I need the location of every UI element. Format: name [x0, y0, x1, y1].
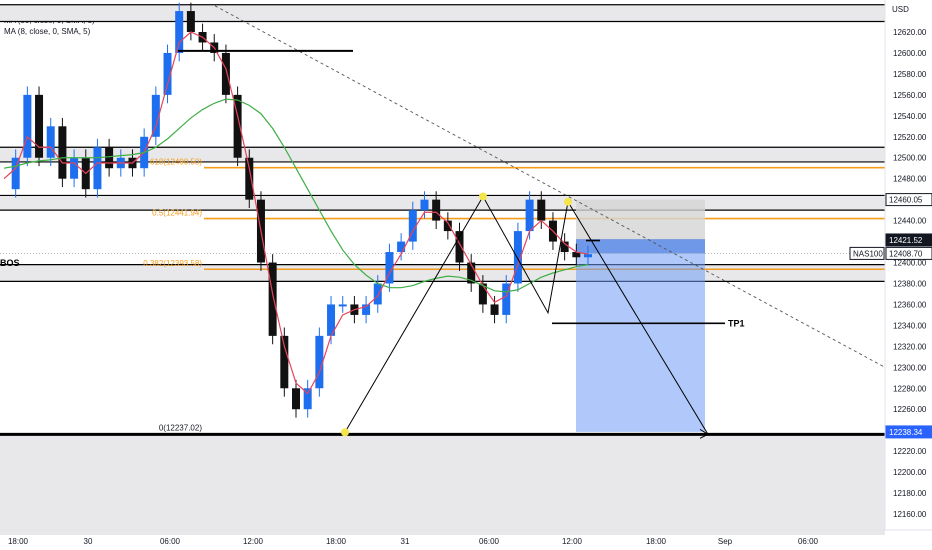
candle-body-29	[338, 304, 347, 307]
swing-marker-0	[341, 428, 349, 437]
price-tag-3: 12238.34	[889, 428, 923, 437]
candle-body-23	[268, 262, 277, 336]
bos-label: BOS	[0, 258, 20, 268]
y-tick-12560: 12560.00	[893, 91, 927, 100]
candle-body-37	[432, 199, 441, 221]
price-tag-1: 12421.52	[889, 236, 923, 245]
candle-body-19	[221, 52, 230, 95]
y-tick-12180: 12180.00	[893, 489, 927, 498]
fib-label-2: 0.382(12393.58)	[143, 259, 202, 268]
y-tick-12620: 12620.00	[893, 28, 927, 37]
y-tick-12200: 12200.00	[893, 468, 927, 477]
x-tick-8: 18:00	[646, 537, 667, 546]
price-tag-symbol-2: NAS100	[853, 249, 883, 258]
stop-loss-zone	[576, 199, 705, 240]
y-tick-12280: 12280.00	[893, 384, 927, 393]
y-tick-12520: 12520.00	[893, 133, 927, 142]
currency-label: USD	[892, 5, 909, 14]
fib-label-3: 0(12237.02)	[159, 423, 202, 432]
fib-label-1: 0.5(12441.94)	[152, 209, 202, 218]
x-tick-3: 12:00	[243, 537, 264, 546]
y-tick-12340: 12340.00	[893, 321, 927, 330]
x-tick-1: 30	[84, 537, 93, 546]
take-profit-zone	[576, 239, 705, 432]
y-tick-12480: 12480.00	[893, 175, 927, 184]
y-tick-12380: 12380.00	[893, 279, 927, 288]
candle-body-15	[175, 11, 184, 53]
y-tick-12260: 12260.00	[893, 405, 927, 414]
tp1-label: TP1	[728, 318, 745, 328]
candle-body-9	[105, 147, 114, 169]
y-tick-12160: 12160.00	[893, 510, 927, 519]
y-tick-12440: 12440.00	[893, 217, 927, 226]
candle-body-4	[46, 126, 55, 158]
x-tick-9: Sep	[718, 537, 733, 546]
y-tick-12540: 12540.00	[893, 112, 927, 121]
zone-band-3	[0, 264, 885, 282]
candle-body-5	[58, 126, 67, 179]
x-tick-4: 18:00	[326, 537, 347, 546]
candle-body-6	[70, 157, 79, 179]
candle-body-32	[373, 283, 382, 305]
price-tag-0: 12460.05	[889, 196, 923, 205]
y-tick-12580: 12580.00	[893, 70, 927, 79]
trendline	[214, 5, 886, 368]
price-tag-2: 12408.70	[889, 249, 923, 258]
swing-marker-2	[564, 197, 572, 206]
x-tick-0: 18:00	[8, 537, 29, 546]
candle-body-8	[93, 147, 102, 190]
candle-body-42	[490, 304, 499, 315]
y-tick-12600: 12600.00	[893, 49, 927, 58]
candle-body-3	[35, 94, 44, 158]
candle-body-34	[397, 241, 406, 253]
candle-body-2	[23, 94, 32, 158]
y-tick-12300: 12300.00	[893, 363, 927, 372]
zone-band-4	[0, 434, 885, 535]
candle-body-16	[186, 11, 195, 32]
y-tick-12320: 12320.00	[893, 342, 927, 351]
y-tick-12360: 12360.00	[893, 300, 927, 309]
x-tick-5: 31	[401, 537, 410, 546]
candle-body-36	[420, 199, 429, 211]
price-chart[interactable]: 0.618(12490.50) 0.5(12441.94) 0.382(12393.…	[0, 0, 932, 550]
x-tick-10: 06:00	[798, 537, 819, 546]
zone-band-0	[0, 5, 885, 22]
y-tick-12220: 12220.00	[893, 447, 927, 456]
x-tick-6: 06:00	[479, 537, 500, 546]
candle-body-45	[525, 199, 534, 232]
candle-body-25	[292, 388, 300, 410]
fib-label-0: 0.618(12490.50)	[143, 158, 202, 167]
ma8-line	[3, 31, 589, 395]
zone-band-2	[0, 195, 885, 211]
swing-marker-1	[479, 192, 487, 201]
candle-body-46	[537, 199, 546, 221]
candle-body-21	[245, 157, 254, 200]
x-tick-2: 06:00	[160, 537, 181, 546]
y-tick-12500: 12500.00	[893, 154, 927, 163]
x-tick-7: 12:00	[562, 537, 583, 546]
candle-body-50	[584, 254, 592, 258]
candle-body-1	[11, 157, 20, 190]
